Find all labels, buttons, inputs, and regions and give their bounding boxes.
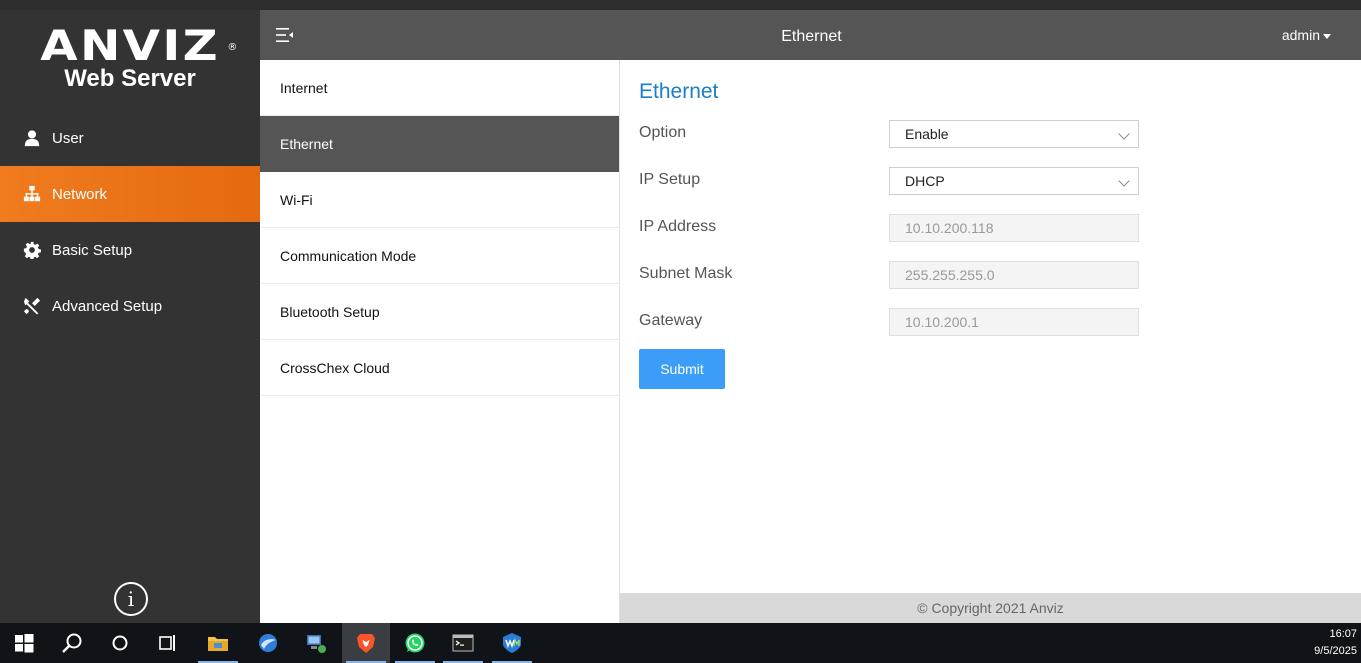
info-icon[interactable]: i [114, 582, 148, 616]
sidebar-item-user[interactable]: User [0, 110, 260, 166]
ip-setup-select[interactable]: DHCP [889, 167, 1139, 195]
sidebar-item-label: Network [52, 185, 108, 203]
submenu-item-wifi[interactable]: Wi-Fi [260, 172, 619, 228]
app-icon[interactable] [488, 623, 536, 663]
ip-address-label: IP Address [639, 218, 717, 235]
form-row-ip-address: IP Address 10.10.200.118 [639, 214, 1159, 244]
submenu-item-bluetooth-setup[interactable]: Bluetooth Setup [260, 284, 619, 340]
cortana-icon[interactable] [96, 623, 144, 663]
terminal-icon[interactable] [439, 623, 487, 663]
gateway-label: Gateway [639, 312, 703, 329]
gateway-field: 10.10.200.1 [889, 308, 1139, 336]
network-submenu: Internet Ethernet Wi-Fi Communication Mo… [260, 60, 620, 623]
network-tool-icon[interactable] [292, 623, 340, 663]
submenu-item-internet[interactable]: Internet [260, 60, 619, 116]
subnet-mask-field: 255.255.255.0 [889, 261, 1139, 289]
chevron-down-icon [1118, 128, 1130, 140]
window-top-strip [0, 0, 1361, 10]
page-title: Ethernet [781, 28, 842, 45]
option-label: Option [639, 124, 687, 141]
brand: ANVIZ ® Web Server [0, 24, 260, 94]
chevron-down-icon [1118, 175, 1130, 187]
submit-button[interactable]: Submit [639, 349, 725, 389]
network-icon [22, 184, 42, 204]
user-menu[interactable]: admin [1282, 10, 1331, 60]
ip-setup-label: IP Setup [639, 171, 701, 188]
taskbar: 16:07 9/5/2025 [0, 623, 1361, 663]
task-view-icon[interactable] [144, 623, 192, 663]
user-icon [22, 128, 42, 148]
system-clock[interactable]: 16:07 9/5/2025 [1314, 626, 1357, 660]
sidebar: ANVIZ ® Web Server User Network Basic Set… [0, 10, 260, 623]
tools-icon [22, 296, 42, 316]
top-header: Ethernet admin [260, 10, 1361, 60]
sidebar-nav: User Network Basic Setup Advanced Setup [0, 110, 260, 334]
form-row-gateway: Gateway 10.10.200.1 [639, 308, 1159, 338]
windows-start-icon[interactable] [0, 623, 48, 663]
form-row-subnet-mask: Subnet Mask 255.255.255.0 [639, 261, 1159, 291]
search-icon[interactable] [48, 623, 96, 663]
copyright-footer: © Copyright 2021 Anviz [620, 593, 1361, 623]
ethernet-form-panel: Ethernet Option Enable IP Setup DHCP IP … [620, 60, 1361, 593]
option-select[interactable]: Enable [889, 120, 1139, 148]
gear-icon [22, 240, 42, 260]
ip-setup-value: DHCP [905, 173, 945, 189]
sidebar-item-label: Advanced Setup [52, 297, 163, 315]
menu-toggle-icon[interactable] [276, 27, 294, 43]
file-explorer-icon[interactable] [194, 623, 242, 663]
sidebar-item-advanced-setup[interactable]: Advanced Setup [0, 278, 260, 334]
submenu-item-crosschex-cloud[interactable]: CrossChex Cloud [260, 340, 619, 396]
subnet-mask-label: Subnet Mask [639, 265, 733, 282]
sidebar-item-basic-setup[interactable]: Basic Setup [0, 222, 260, 278]
option-value: Enable [905, 126, 949, 142]
whatsapp-icon[interactable] [391, 623, 439, 663]
ip-address-field: 10.10.200.118 [889, 214, 1139, 242]
anviz-logo: ANVIZ ® [40, 21, 238, 70]
browser-icon[interactable] [244, 623, 292, 663]
clock-time: 16:07 [1329, 628, 1357, 640]
user-name: admin [1281, 27, 1320, 43]
sidebar-item-network[interactable]: Network [0, 166, 260, 222]
section-title: Ethernet [639, 80, 719, 103]
chevron-down-icon [1323, 33, 1331, 39]
brave-icon[interactable] [342, 623, 390, 663]
submenu-item-ethernet[interactable]: Ethernet [260, 116, 619, 172]
clock-date: 9/5/2025 [1314, 645, 1357, 657]
form-row-option: Option Enable [639, 120, 1159, 150]
sidebar-item-label: User [52, 129, 84, 147]
submenu-item-communication-mode[interactable]: Communication Mode [260, 228, 619, 284]
sidebar-item-label: Basic Setup [52, 241, 133, 259]
form-row-ip-setup: IP Setup DHCP [639, 167, 1159, 197]
